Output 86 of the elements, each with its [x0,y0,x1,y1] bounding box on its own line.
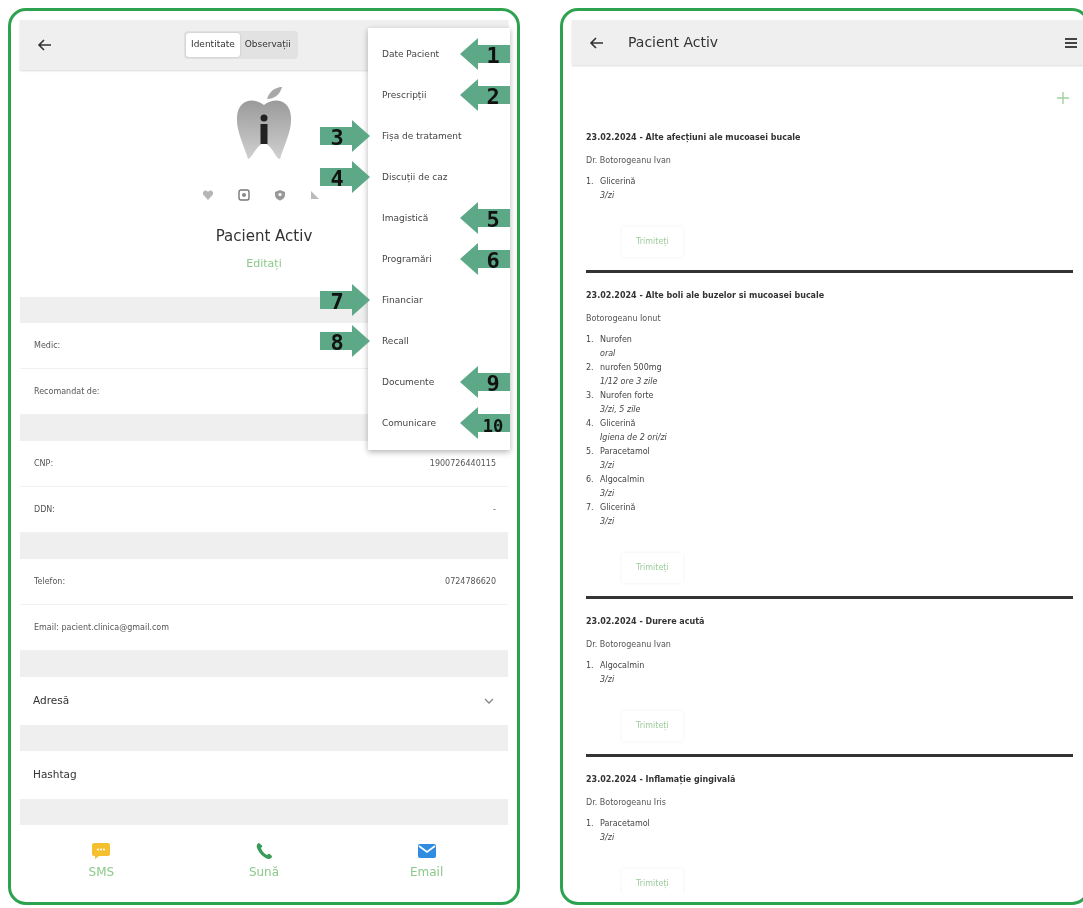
menu-item[interactable]: Financiar [382,293,423,308]
callout-arrow: 3 [320,119,370,153]
square-icon[interactable] [238,189,250,201]
medication-name: Paracetamol [600,446,650,458]
tab[interactable]: Observații [239,33,296,57]
menu-item[interactable]: Prescripții [382,88,427,103]
menu-item[interactable]: Discuții de caz [382,170,448,185]
field-label: DDN: [34,503,55,516]
callout-arrow: 1 [460,37,510,71]
menu-item[interactable]: Fișa de tratament [382,129,462,144]
callout-arrow: 5 [460,201,510,235]
menu-item[interactable]: Programări [382,252,432,267]
callout-arrow: 10 [460,406,510,440]
dosage: Igiena de 2 ori/zi [600,432,667,444]
signal-icon[interactable] [310,190,320,200]
medication-name: Glicerină [600,418,636,430]
field-label: Recomandat de: [34,385,100,398]
dosage: 3/zi [600,460,615,472]
doctor-name: Botorogeanu Ionut [586,313,662,325]
menu-item[interactable]: Comunicare [382,416,436,431]
patient-name: Pacient Activ [215,227,313,245]
dosage: 3/zi [600,832,615,844]
section-label: Adresă [33,693,70,709]
tab[interactable]: Identitate [186,33,240,57]
dosage: oral [600,348,616,360]
field-label: Email: pacient.clinica@gmail.com [34,621,169,634]
medication-name: Paracetamol [600,818,650,830]
list-number: 1. [586,176,595,188]
doctor-name: Dr. Botorogeanu Ivan [586,155,672,167]
field-label: Telefon: [34,575,66,588]
phone-icon [255,841,273,860]
field-value: 1900726440115 [429,457,496,470]
list-number: 1. [586,660,595,672]
callout-arrow: 4 [320,160,370,194]
list-number: 1. [586,334,595,346]
field-label: CNP: [34,457,54,470]
dosage: 3/zi [600,516,615,528]
callout-arrow: 7 [320,283,370,317]
dosage: 3/zi [600,190,615,202]
shield-icon[interactable] [274,189,286,201]
dosage: 3/zi [600,674,615,686]
dosage: 3/zi, 5 zile [600,404,641,416]
menu-item[interactable]: Date Pacient [382,47,440,62]
section-label: Hashtag [33,767,77,783]
medication-name: Glicerină [600,502,636,514]
plus-icon [1057,91,1069,104]
medication-name: Glicerină [600,176,636,188]
callout-arrow: 6 [460,242,510,276]
chevron-icon[interactable] [484,698,494,704]
menu-button[interactable] [1063,35,1079,50]
medication-name: Algocalmin [600,660,645,672]
screen-title: Pacient Activ [628,33,720,52]
dosage: 1/12 ore 3 zile [600,376,658,388]
list-number: 4. [586,418,595,430]
heart-icon[interactable] [202,189,214,201]
field-value: - [493,503,496,516]
field-label: Medic: [34,339,61,352]
prescription-title: 23.02.2024 - Alte boli ale buzelor si mucoasei bucale [586,290,826,302]
medication-name: Algocalmin [600,474,645,486]
prescription-title: 23.02.2024 - Alte afecțiuni ale mucoasei bucale [586,132,802,144]
list-number: 7. [586,502,595,514]
menu-item[interactable]: Imagistică [382,211,429,226]
chat-icon [92,841,111,860]
field-value: 0724786620 [445,575,496,588]
callout-arrow: 2 [460,78,510,112]
envelope-icon [417,841,436,860]
dosage: 3/zi [600,488,615,500]
back-arrow-icon [588,34,604,51]
callout-arrow: 9 [460,365,510,399]
list-number: 3. [586,390,595,402]
medication-name: Nurofen forte [600,390,654,402]
list-number: 5. [586,446,595,458]
prescription-title: 23.02.2024 - Inflamație gingivală [586,774,737,787]
back-arrow-icon [36,37,52,53]
menu-item[interactable]: Documente [382,375,435,390]
doctor-name: Dr. Botorogeanu Iris [586,797,667,809]
medication-name: nurofen 500mg [600,362,662,374]
menu-icon [1065,37,1077,48]
prescription-title: 23.02.2024 - Durere acută [586,616,706,628]
list-number: 1. [586,818,595,830]
callout-arrow: 8 [320,324,370,358]
menu-item[interactable]: Recall [382,334,409,349]
medication-name: Nurofen [600,334,632,346]
list-number: 2. [586,362,595,374]
doctor-name: Dr. Botorogeanu Ivan [586,639,672,651]
list-number: 6. [586,474,595,486]
